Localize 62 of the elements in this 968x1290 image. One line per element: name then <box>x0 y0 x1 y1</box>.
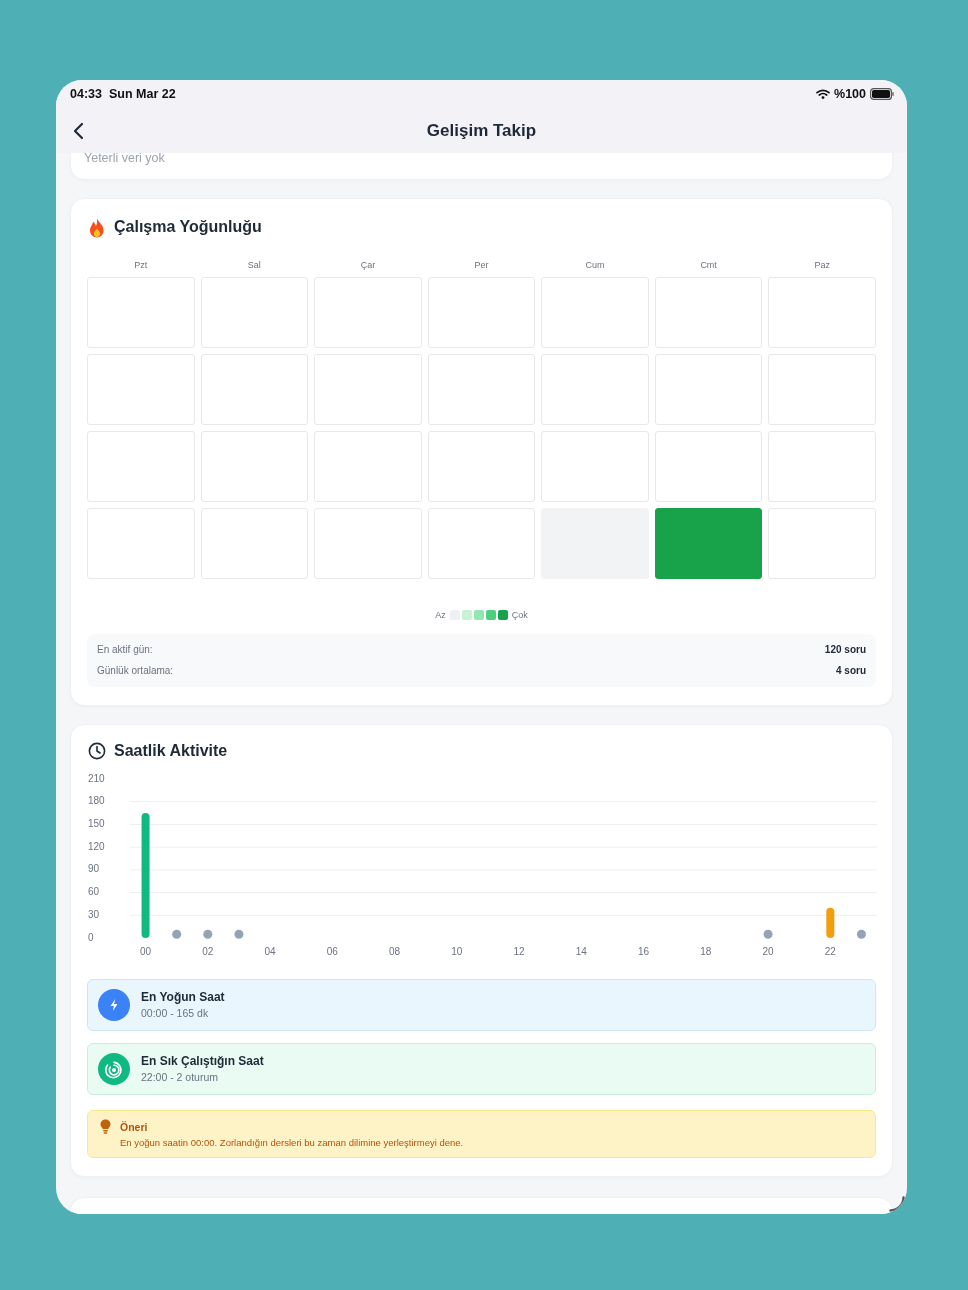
stat-label: Günlük ortalama: <box>97 664 174 678</box>
stat-value: 4 soru <box>836 664 866 678</box>
weekday-label: Paz <box>813 259 831 271</box>
y-axis-label: 120 <box>88 840 105 852</box>
weekday-label: Sal <box>246 259 262 271</box>
weekday-label: Cum <box>584 259 606 271</box>
y-axis-label: 60 <box>88 886 100 898</box>
resize-handle-icon[interactable] <box>889 1196 905 1212</box>
activity-dot <box>203 929 213 939</box>
x-axis-label: 02 <box>202 945 214 957</box>
y-axis-label: 150 <box>88 818 105 830</box>
legend-high-label: Çok <box>511 609 528 621</box>
y-axis-label: 180 <box>88 795 105 807</box>
wifi-icon <box>816 89 830 99</box>
highlight-title: En Yoğun Saat <box>141 990 225 1005</box>
highlight-detail: 00:00 - 165 dk <box>141 1007 210 1020</box>
x-axis-label: 00 <box>140 945 152 957</box>
legend-low-label: Az <box>435 609 446 621</box>
battery-icon <box>870 88 894 100</box>
target-icon <box>98 1053 130 1085</box>
highlight-detail: 22:00 - 2 oturum <box>141 1071 220 1084</box>
y-axis-label: 0 <box>88 931 94 943</box>
y-axis-label: 210 <box>88 772 105 784</box>
back-chevron-icon <box>73 121 84 140</box>
activity-dot <box>763 929 773 939</box>
y-axis-label: 30 <box>88 908 100 920</box>
tip-title: Öneri <box>120 1119 148 1134</box>
lightbulb-icon <box>100 1119 111 1134</box>
clock-icon <box>88 742 106 760</box>
x-axis-label: 08 <box>389 945 401 957</box>
status-date: Sun Mar 22 <box>109 87 176 101</box>
x-axis-label: 16 <box>638 945 650 957</box>
weekday-label: Per <box>473 259 490 271</box>
weekday-label: Çar <box>359 259 377 271</box>
stat-label: En aktif gün: <box>97 643 153 657</box>
activity-dot <box>856 929 866 939</box>
x-axis-label: 04 <box>264 945 276 957</box>
tip-text: En yoğun saatin 00:00. Zorlandığın dersleri bu zaman dilimine yerleştirmeyi dene. <box>120 1136 465 1149</box>
x-axis-label: 06 <box>326 945 338 957</box>
empty-message: Yeterli veri yok <box>84 153 166 166</box>
card-title: Saatlik Aktivite <box>114 742 228 760</box>
battery-percent: %100 <box>834 87 866 101</box>
x-axis-label: 20 <box>762 945 774 957</box>
status-time: 04:33 <box>70 87 102 101</box>
x-axis-label: 10 <box>451 945 463 957</box>
highlight-title: En Sık Çalıştığın Saat <box>141 1054 264 1069</box>
fire-icon <box>88 216 106 238</box>
back-button[interactable] <box>73 121 84 140</box>
card-title: Çalışma Yoğunluğu <box>114 218 262 236</box>
y-axis-label: 90 <box>88 863 100 875</box>
weekday-label: Pzt <box>133 259 149 271</box>
stat-value: 120 soru <box>824 643 866 657</box>
activity-bar <box>826 907 835 938</box>
page-title: Gelişim Takip <box>426 120 537 141</box>
lightning-icon <box>98 989 130 1021</box>
activity-dot <box>172 929 182 939</box>
weekday-label: Cmt <box>699 259 718 271</box>
x-axis-label: 18 <box>700 945 712 957</box>
activity-dot <box>234 929 244 939</box>
x-axis-label: 14 <box>575 945 587 957</box>
x-axis-label: 12 <box>513 945 525 957</box>
x-axis-label: 22 <box>824 945 836 957</box>
